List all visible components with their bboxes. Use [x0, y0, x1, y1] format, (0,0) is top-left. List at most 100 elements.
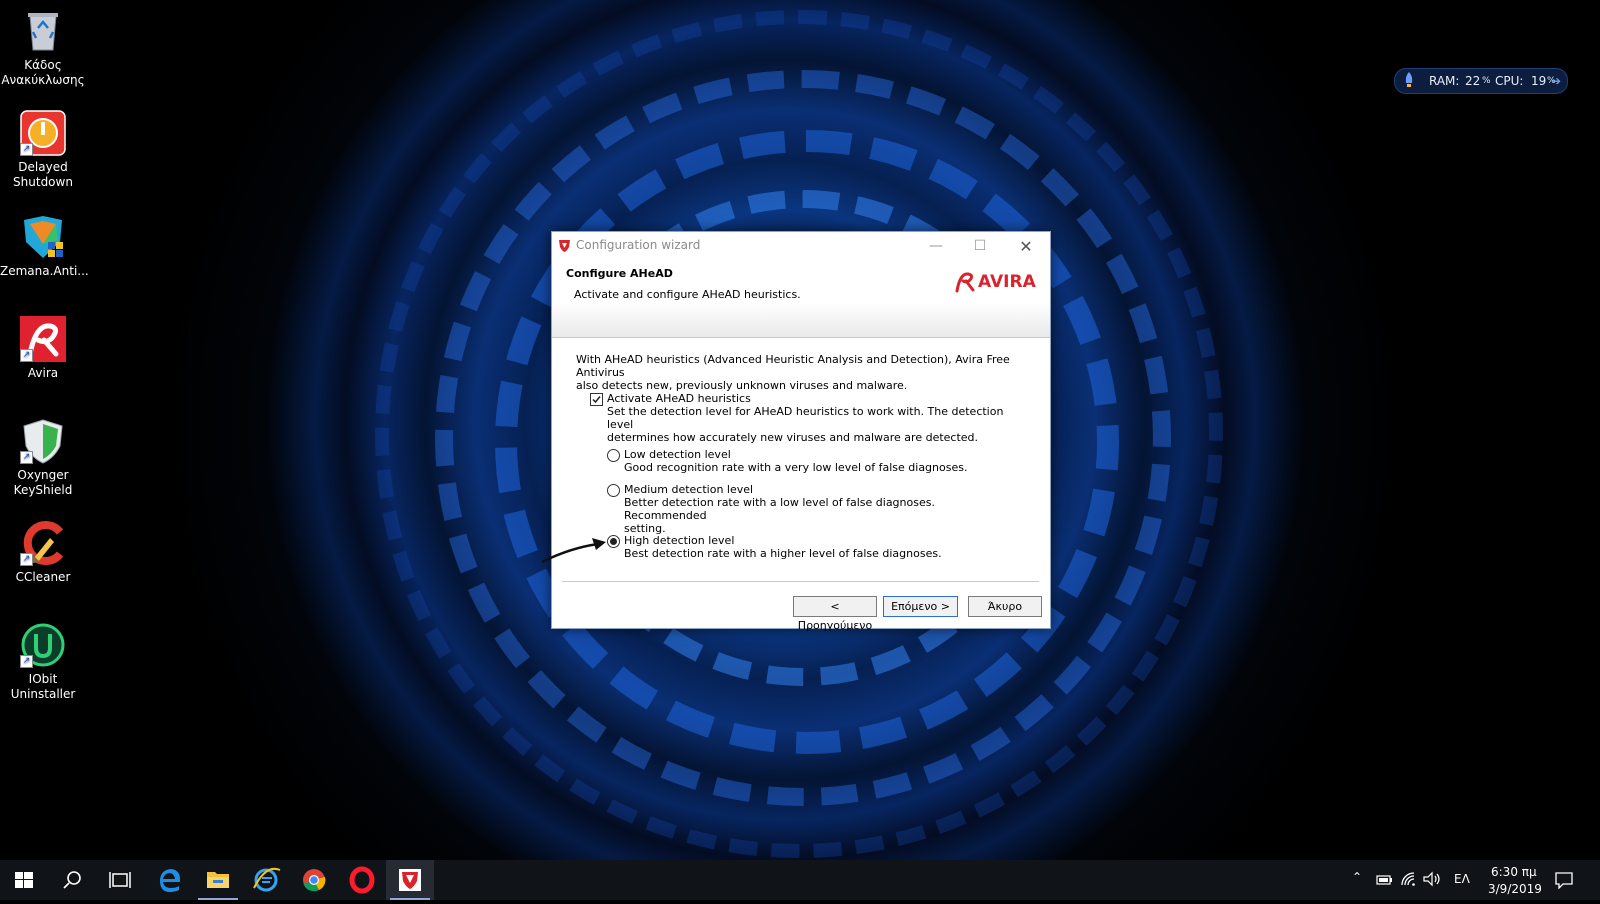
avira-umbrella-icon — [558, 239, 571, 256]
avira-icon: ↗ — [20, 316, 66, 362]
desktop-icon-zemana[interactable]: Zemana.Anti... — [0, 214, 89, 279]
activate-heuristics-desc: Set the detection level for AHeAD heuris… — [607, 405, 1004, 431]
desktop-icon-label: Oxynger — [17, 468, 69, 482]
annotation-arrow-icon — [541, 538, 606, 564]
start-button[interactable] — [0, 860, 48, 900]
brand-name: AVIRA — [978, 272, 1036, 292]
header-subtitle: Activate and configure AHeAD heuristics. — [574, 288, 801, 301]
chevron-up-icon[interactable]: ⌃ — [1352, 870, 1362, 884]
option-desc: Good recognition rate with a very low le… — [624, 461, 968, 474]
radio-low-detection[interactable]: Low detection level Good recognition rat… — [607, 448, 1007, 474]
activate-heuristics-desc: determines how accurately new viruses an… — [607, 431, 979, 444]
wifi-icon[interactable] — [1400, 871, 1418, 891]
minimize-button[interactable]: — — [914, 232, 958, 261]
maximize-button[interactable]: ☐ — [958, 232, 1002, 261]
radio-low-button[interactable] — [607, 449, 620, 462]
wizard-content: With AHeAD heuristics (Advanced Heuristi… — [576, 353, 1026, 573]
system-monitor-widget[interactable]: RAM: 22 % CPU: 19 % ➔ — [1394, 68, 1568, 94]
keyshield-icon: ↗ — [20, 418, 66, 464]
desktop-icon-label: KeyShield — [13, 483, 73, 497]
taskbar-avira[interactable] — [386, 860, 434, 900]
button-separator — [562, 581, 1039, 582]
desktop-icon-label: Delayed — [18, 160, 68, 174]
cpu-value: 19 — [1531, 74, 1547, 88]
radio-high-detection[interactable]: High detection level Best detection rate… — [607, 534, 1007, 560]
ram-label: RAM: — [1429, 74, 1460, 88]
activate-heuristics-row[interactable]: Activate AHeAD heuristics Set the detect… — [590, 392, 1010, 444]
ccleaner-icon: ↗ — [20, 520, 66, 566]
opera-icon — [349, 866, 375, 894]
activate-heuristics-checkbox[interactable] — [590, 393, 603, 406]
option-label: High detection level — [624, 534, 735, 547]
volume-icon[interactable] — [1422, 871, 1442, 891]
option-label: Medium detection level — [624, 483, 754, 496]
language-indicator[interactable]: ΕΛ — [1454, 872, 1470, 886]
clock-time[interactable]: 6:30 πμ — [1491, 865, 1537, 879]
desktop-icon-label: Zemana.Anti... — [0, 264, 89, 278]
next-button[interactable]: Επόμενο > — [883, 596, 958, 617]
desktop-icon-label: Avira — [27, 366, 59, 380]
arrow-right-icon[interactable]: ➔ — [1551, 69, 1561, 93]
radio-medium-detection[interactable]: Medium detection level Better detection … — [607, 483, 1007, 535]
desktop-icon-label: Shutdown — [13, 175, 73, 189]
search-icon — [63, 871, 81, 889]
activate-heuristics-label: Activate AHeAD heuristics — [607, 392, 751, 405]
shortcut-arrow-icon: ↗ — [20, 655, 33, 668]
wizard-header: Configure AHeAD Activate and configure A… — [552, 261, 1050, 338]
battery-icon[interactable] — [1376, 872, 1394, 891]
desktop-icon-keyshield[interactable]: ↗ Oxynger KeyShield — [0, 418, 86, 498]
close-button[interactable]: ✕ — [1004, 232, 1048, 261]
intro-text: With AHeAD heuristics (Advanced Heuristi… — [576, 353, 1010, 379]
cpu-label: CPU: — [1495, 74, 1524, 88]
header-title: Configure AHeAD — [566, 267, 673, 280]
shortcut-arrow-icon: ↗ — [20, 553, 33, 566]
window-title: Configuration wizard — [576, 238, 701, 252]
radio-medium-button[interactable] — [607, 484, 620, 497]
taskbar-opera[interactable] — [338, 860, 386, 900]
desktop-icon-label: IObit — [28, 672, 58, 686]
file-explorer-icon — [207, 872, 229, 888]
shortcut-arrow-icon: ↗ — [20, 143, 33, 156]
desktop-icon-label: Uninstaller — [10, 687, 76, 701]
iobit-icon: ↗ — [20, 622, 66, 668]
start-icon — [15, 872, 33, 888]
search-button[interactable] — [48, 860, 96, 900]
desktop-icon-avira[interactable]: ↗ Avira — [0, 316, 86, 381]
desktop-icon-iobit[interactable]: ↗ IObit Uninstaller — [0, 622, 86, 702]
zemana-shield-icon — [20, 214, 66, 260]
power-icon: ↗ — [20, 110, 66, 156]
task-view-button[interactable] — [96, 860, 144, 900]
back-button[interactable]: < Προηγούμενο — [793, 596, 877, 632]
option-label: Low detection level — [624, 448, 731, 461]
desktop-icon-delayed-shutdown[interactable]: ↗ Delayed Shutdown — [0, 110, 86, 190]
desktop-icon-ccleaner[interactable]: ↗ CCleaner — [0, 520, 86, 585]
taskbar-file-explorer[interactable] — [194, 860, 242, 900]
intro-text: also detects new, previously unknown vir… — [576, 379, 908, 392]
taskbar-chrome[interactable] — [290, 860, 338, 900]
cancel-button[interactable]: Άκυρο — [968, 596, 1042, 617]
taskbar-edge[interactable] — [146, 860, 194, 900]
desktop-icon-label: Κάδος — [24, 58, 62, 72]
option-desc: Better detection rate with a low level o… — [624, 496, 935, 522]
recycle-bin-icon — [20, 8, 66, 54]
clock-date[interactable]: 3/9/2019 — [1488, 882, 1542, 896]
avira-logo: AVIRA — [954, 269, 1040, 295]
option-desc: Best detection rate with a higher level … — [624, 547, 942, 560]
avira-taskbar-icon — [399, 869, 421, 891]
desktop-icon-label: Ανακύκλωσης — [1, 73, 85, 87]
ram-value: 22 — [1465, 74, 1481, 88]
taskbar-ie[interactable] — [242, 860, 290, 900]
chrome-icon — [303, 869, 326, 892]
configuration-wizard-dialog: Configuration wizard — ☐ ✕ Configure AHe… — [551, 231, 1051, 632]
desktop-icon-recycle-bin[interactable]: Κάδος Ανακύκλωσης — [0, 8, 86, 88]
desktop-icon-label: CCleaner — [15, 570, 71, 584]
taskbar: ⌃ ΕΛ 6:30 πμ 3/9/2019 — [0, 860, 1600, 900]
rocket-icon — [1403, 69, 1415, 99]
ie-icon — [253, 867, 281, 892]
edge-icon — [160, 869, 180, 892]
shortcut-arrow-icon: ↗ — [20, 349, 33, 362]
shortcut-arrow-icon: ↗ — [20, 451, 33, 464]
title-bar[interactable]: Configuration wizard — ☐ ✕ — [552, 232, 1050, 261]
ram-percent: % — [1482, 76, 1491, 86]
notifications-icon[interactable] — [1555, 871, 1573, 893]
